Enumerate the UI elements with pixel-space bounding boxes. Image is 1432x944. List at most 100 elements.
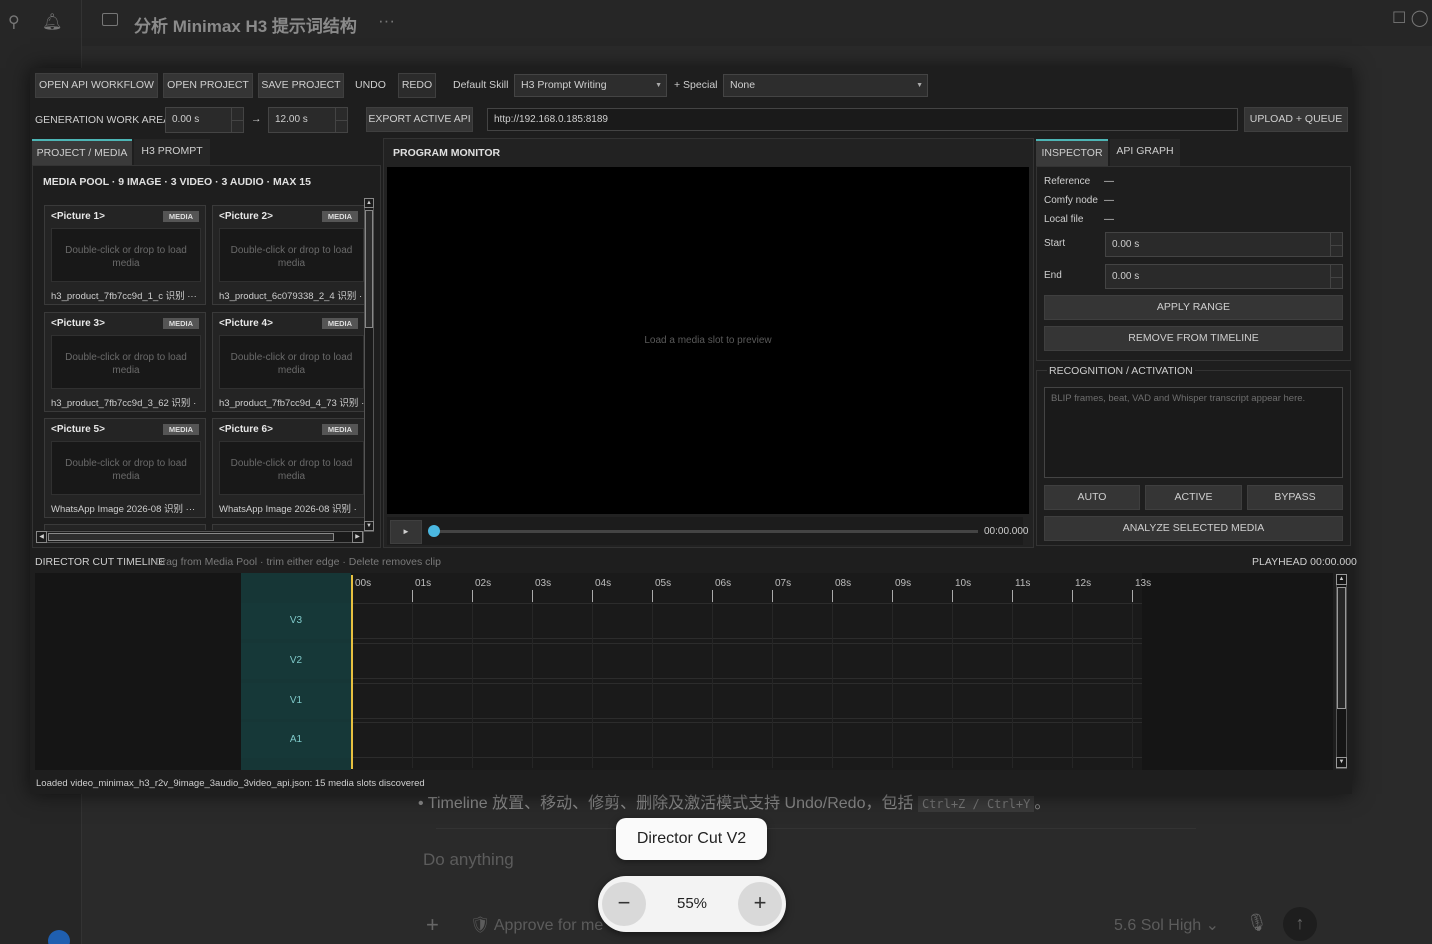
tick-mark xyxy=(712,590,713,602)
scroll-right-icon[interactable]: ▶ xyxy=(352,531,363,543)
upload-queue-button[interactable]: UPLOAD + QUEUE xyxy=(1244,107,1348,132)
zoom-in-button[interactable]: + xyxy=(738,882,782,926)
spin-arrows-icon[interactable] xyxy=(1330,265,1342,288)
track-lane-v1[interactable] xyxy=(352,683,1142,719)
bell-icon[interactable]: 🔔︎ xyxy=(42,12,62,32)
range-arrow: → xyxy=(251,113,262,125)
tick-mark xyxy=(892,590,893,602)
work-area-end-input[interactable]: 12.00 s xyxy=(268,107,348,133)
grid-line xyxy=(832,602,833,768)
zoom-out-button[interactable]: − xyxy=(602,882,646,926)
grid-line xyxy=(712,602,713,768)
more-icon[interactable]: ··· xyxy=(378,11,395,31)
media-card[interactable]: <Picture 2> MEDIA Double-click or drop t… xyxy=(212,205,365,305)
scroll-up-icon[interactable]: ▲ xyxy=(1336,574,1347,585)
media-card[interactable]: <Picture 5> MEDIA Double-click or drop t… xyxy=(44,418,206,518)
track-header-v3[interactable]: V3 xyxy=(241,603,351,639)
media-drop-zone[interactable]: Double-click or drop to load media xyxy=(51,335,201,389)
scrub-track[interactable] xyxy=(434,530,978,533)
host-right-icons[interactable]: ☐ ◯ xyxy=(1392,8,1432,38)
active-button[interactable]: ACTIVE xyxy=(1145,485,1242,510)
comfy-node-value: — xyxy=(1104,195,1114,206)
grid-line xyxy=(952,602,953,768)
spin-arrows-icon[interactable] xyxy=(1330,233,1342,256)
start-input[interactable]: 0.00 s xyxy=(1105,232,1343,257)
zoom-control: − 55% + xyxy=(598,876,786,932)
media-drop-zone[interactable]: Double-click or drop to load media xyxy=(219,335,364,389)
auto-button[interactable]: AUTO xyxy=(1044,485,1140,510)
host-prompt-input[interactable]: Do anything xyxy=(423,850,514,870)
scrub-handle[interactable] xyxy=(428,525,440,537)
analyze-selected-media-button[interactable]: ANALYZE SELECTED MEDIA xyxy=(1044,516,1343,541)
scroll-up-icon[interactable]: ▲ xyxy=(364,198,374,208)
play-button[interactable]: ► xyxy=(390,520,422,544)
media-drop-zone[interactable]: Double-click or drop to load media xyxy=(51,441,201,495)
add-icon[interactable]: + xyxy=(426,912,439,938)
undo-button[interactable]: UNDO xyxy=(355,79,386,91)
media-card-title: <Picture 6> xyxy=(219,424,273,435)
save-project-button[interactable]: SAVE PROJECT xyxy=(258,73,344,98)
track-header-v2[interactable]: V2 xyxy=(241,643,351,679)
recognition-output[interactable]: BLIP frames, beat, VAD and Whisper trans… xyxy=(1044,387,1343,478)
spin-arrows-icon[interactable] xyxy=(231,108,243,132)
recognition-title: RECOGNITION / ACTIVATION xyxy=(1047,365,1195,377)
media-card[interactable]: <Picture 3> MEDIA Double-click or drop t… xyxy=(44,312,206,412)
media-card[interactable]: <Picture 1> MEDIA Double-click or drop t… xyxy=(44,205,206,305)
approve-toggle[interactable]: 🛡︎ Approve for me xyxy=(470,915,603,935)
grid-line xyxy=(1012,602,1013,768)
tab-h3-prompt[interactable]: H3 PROMPT xyxy=(134,139,210,165)
open-api-workflow-button[interactable]: OPEN API WORKFLOW xyxy=(35,73,158,98)
track-lane-v2[interactable] xyxy=(352,643,1142,679)
export-active-api-button[interactable]: EXPORT ACTIVE API xyxy=(366,107,473,132)
media-drop-zone[interactable]: Double-click or drop to load media xyxy=(219,228,364,282)
comfy-node-label: Comfy node xyxy=(1044,195,1098,206)
special-select[interactable]: None ▼ xyxy=(723,74,928,97)
send-button[interactable]: ↑ xyxy=(1283,907,1317,941)
tick-label: 05s xyxy=(655,578,672,589)
start-label: Start xyxy=(1044,238,1066,249)
timeline-vscroll-thumb[interactable] xyxy=(1337,587,1346,709)
tick-label: 07s xyxy=(775,578,792,589)
search-icon[interactable]: ⚲ xyxy=(8,12,20,32)
model-select[interactable]: 5.6 Sol High ⌄ xyxy=(1114,915,1219,935)
grid-line xyxy=(652,602,653,768)
media-card-title: <Picture 3> xyxy=(51,318,105,329)
media-card-title: <Picture 2> xyxy=(219,211,273,222)
tab-api-graph[interactable]: API GRAPH xyxy=(1110,139,1180,166)
local-file-label: Local file xyxy=(1044,214,1084,225)
default-skill-select[interactable]: H3 Prompt Writing ▼ xyxy=(514,74,667,97)
track-lane-v3[interactable] xyxy=(352,603,1142,639)
grid-line xyxy=(532,602,533,768)
track-header-a1[interactable]: A1 xyxy=(241,722,351,758)
scroll-down-icon[interactable]: ▼ xyxy=(364,521,374,531)
remove-from-timeline-button[interactable]: REMOVE FROM TIMELINE xyxy=(1044,326,1343,351)
media-card[interactable]: <Picture 6> MEDIA Double-click or drop t… xyxy=(212,418,365,518)
scroll-down-icon[interactable]: ▼ xyxy=(1336,757,1347,768)
mic-icon[interactable]: 🎙︎ xyxy=(1246,913,1268,933)
media-pool-vscroll-thumb[interactable] xyxy=(365,210,373,328)
track-lane-a1[interactable] xyxy=(352,722,1142,758)
host-title: 分析 Minimax H3 提示词结构 xyxy=(134,17,357,36)
track-header-v1[interactable]: V1 xyxy=(241,683,351,719)
host-bullet-text: Timeline 放置、移动、修剪、删除及激活模式支持 Undo/Redo，包括 xyxy=(427,795,914,812)
api-url-input[interactable]: http://192.168.0.185:8189 xyxy=(487,108,1238,131)
bypass-button[interactable]: BYPASS xyxy=(1247,485,1343,510)
spin-arrows-icon[interactable] xyxy=(335,108,347,132)
work-area-start-value: 0.00 s xyxy=(172,114,200,125)
tab-project-media[interactable]: PROJECT / MEDIA xyxy=(32,139,132,165)
tick-mark xyxy=(532,590,533,602)
reference-label: Reference xyxy=(1044,176,1091,187)
redo-button[interactable]: REDO xyxy=(398,73,436,98)
playhead-line[interactable] xyxy=(351,575,353,769)
tab-inspector[interactable]: INSPECTOR xyxy=(1036,139,1108,166)
end-input[interactable]: 0.00 s xyxy=(1105,264,1343,289)
media-drop-zone[interactable]: Double-click or drop to load media xyxy=(219,441,364,495)
apply-range-button[interactable]: APPLY RANGE xyxy=(1044,295,1343,320)
open-project-button[interactable]: OPEN PROJECT xyxy=(163,73,253,98)
work-area-start-input[interactable]: 0.00 s xyxy=(165,107,244,133)
special-label: + Special xyxy=(674,79,718,91)
media-card[interactable]: <Picture 4> MEDIA Double-click or drop t… xyxy=(212,312,365,412)
media-pool-hscroll-thumb[interactable] xyxy=(48,533,334,541)
scroll-left-icon[interactable]: ◀ xyxy=(36,531,47,543)
media-drop-zone[interactable]: Double-click or drop to load media xyxy=(51,228,201,282)
